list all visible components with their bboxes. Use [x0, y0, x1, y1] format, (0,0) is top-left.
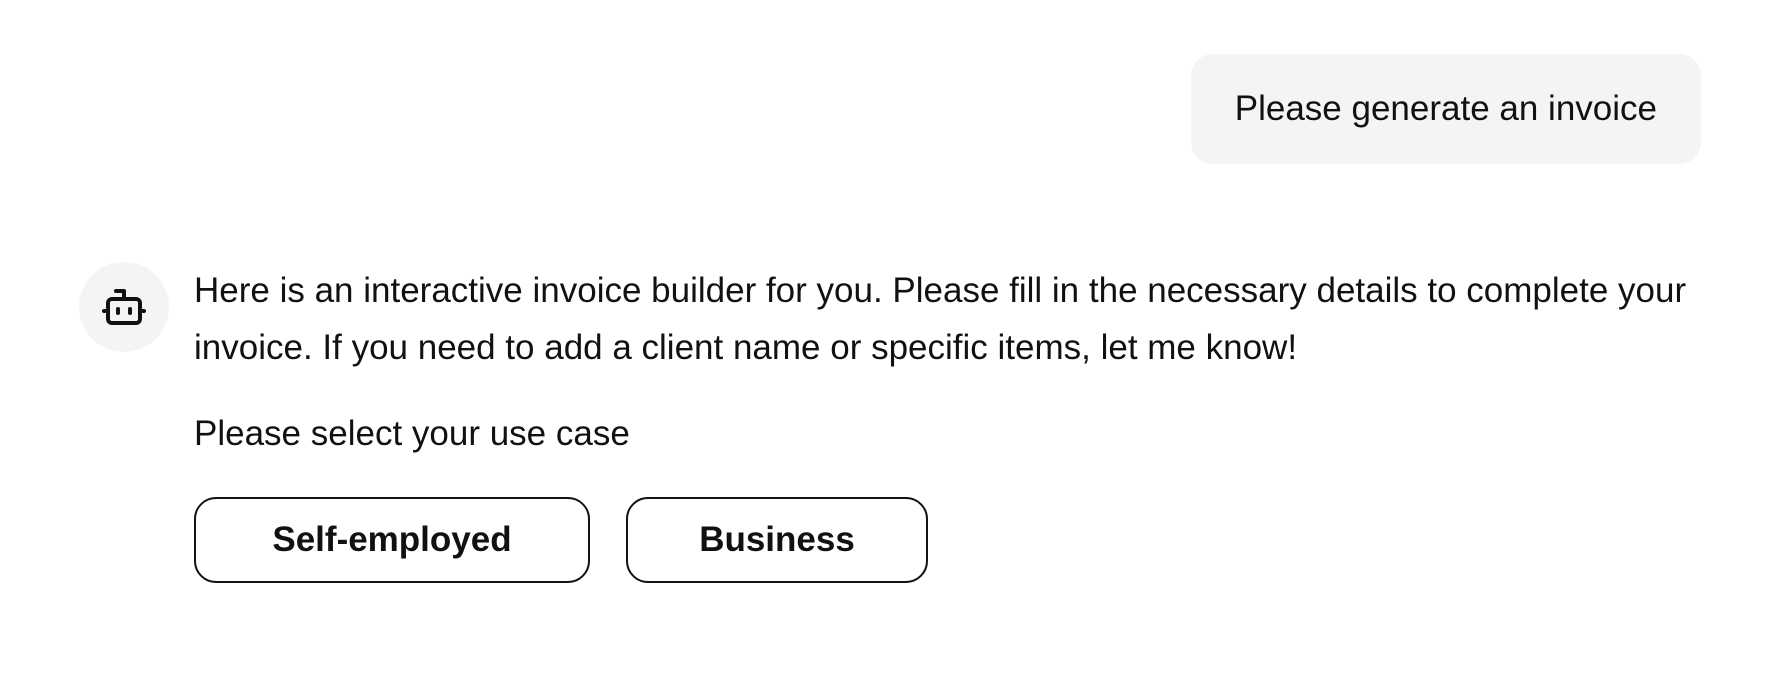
use-case-prompt: Please select your use case — [194, 414, 630, 453]
assistant-avatar — [79, 262, 169, 352]
robot-icon — [102, 289, 146, 325]
chat-thread: Please generate an invoice Here is an in… — [0, 0, 1766, 686]
assistant-message-content: Here is an interactive invoice builder f… — [194, 262, 1714, 583]
assistant-message-text: Here is an interactive invoice builder f… — [194, 271, 1687, 367]
business-button[interactable]: Business — [626, 497, 928, 583]
user-message-bubble: Please generate an invoice — [1190, 54, 1701, 164]
self-employed-button[interactable]: Self-employed — [194, 497, 590, 583]
user-message-row: Please generate an invoice — [1190, 54, 1701, 164]
use-case-options: Self-employed Business — [194, 497, 1714, 583]
